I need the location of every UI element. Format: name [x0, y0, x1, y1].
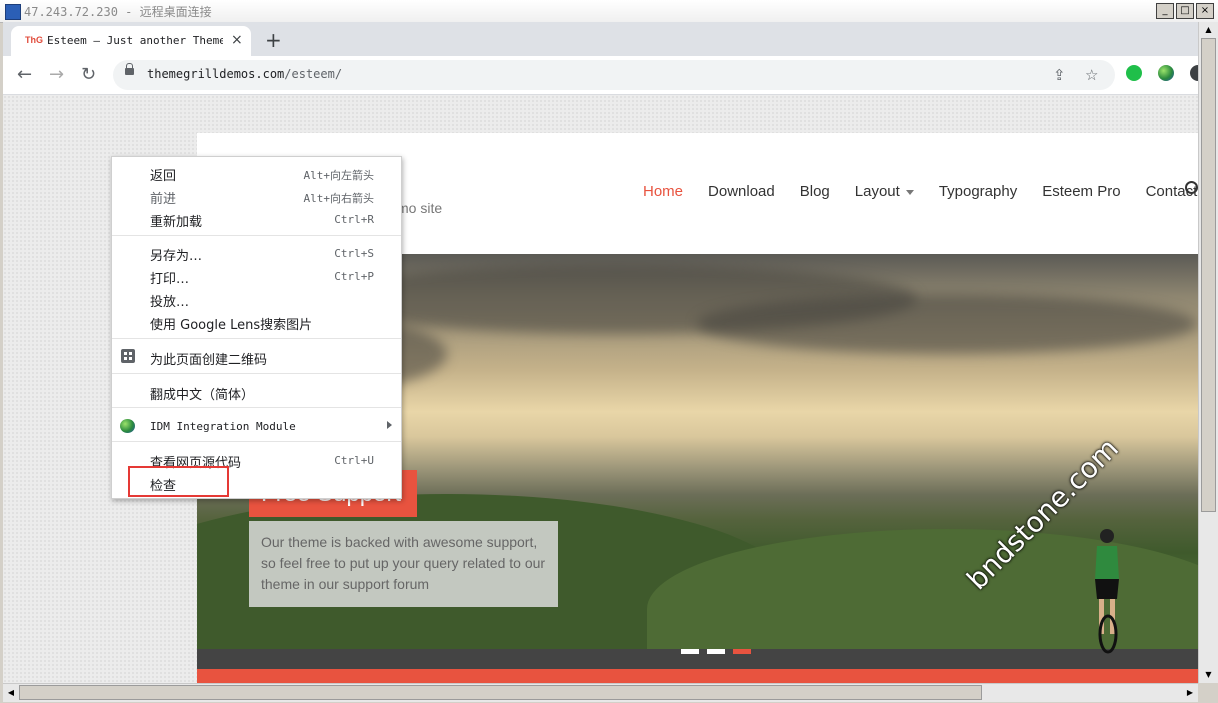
nav-item-layout[interactable]: Layout: [855, 183, 914, 200]
main-navigation: Home Download Blog Layout Typography Est…: [643, 183, 1197, 200]
idm-extension-icon[interactable]: [1158, 65, 1174, 81]
menu-separator: [112, 338, 401, 339]
chevron-down-icon: [905, 189, 914, 195]
slide-dot-1[interactable]: [681, 649, 699, 654]
themegrill-favicon-icon: ThG: [25, 35, 43, 45]
slide-dot-3[interactable]: [733, 649, 751, 654]
inspect-highlight-box: [128, 466, 229, 497]
slide-description: Our theme is backed with awesome support…: [249, 521, 558, 607]
submenu-arrow-icon: [387, 421, 392, 429]
menu-separator: [112, 235, 401, 236]
maximize-button[interactable]: □: [1176, 3, 1194, 19]
menu-item-reload[interactable]: 重新加载 Ctrl+R: [112, 208, 401, 230]
url-text: themegrilldemos.com/esteem/: [147, 67, 343, 81]
menu-item-create-qr[interactable]: 为此页面创建二维码: [112, 346, 401, 368]
menu-item-idm[interactable]: IDM Integration Module: [112, 415, 401, 437]
share-icon[interactable]: ⇪: [1053, 66, 1066, 84]
close-window-button[interactable]: ×: [1196, 3, 1214, 19]
site-tagline: mo site: [397, 200, 443, 216]
scroll-left-arrow-icon[interactable]: ◀: [4, 685, 18, 700]
context-menu: 返回 Alt+向左箭头 前进 Alt+向右箭头 重新加载 Ctrl+R 另存为… Ctr…: [111, 156, 402, 499]
menu-item-save-as[interactable]: 另存为… Ctrl+S: [112, 242, 401, 264]
horizontal-scrollbar[interactable]: ◀ ▶: [3, 683, 1198, 702]
vertical-scroll-thumb[interactable]: [1201, 38, 1216, 512]
nav-item-esteem-pro[interactable]: Esteem Pro: [1042, 183, 1120, 200]
accent-bar: [197, 669, 1198, 683]
qr-code-icon: [121, 349, 135, 363]
scroll-up-arrow-icon[interactable]: ▲: [1201, 23, 1216, 37]
wechat-extension-icon[interactable]: [1126, 65, 1142, 81]
search-icon[interactable]: [1185, 181, 1198, 194]
nav-item-home[interactable]: Home: [643, 183, 683, 200]
menu-item-back[interactable]: 返回 Alt+向左箭头: [112, 162, 401, 184]
browser-toolbar: ← → ↻ themegrilldemos.com/esteem/ ⇪ ☆: [3, 56, 1198, 95]
slide-dot-2[interactable]: [707, 649, 725, 654]
close-tab-icon[interactable]: ×: [231, 32, 243, 48]
tab-strip: ThG Esteem — Just another ThemeGrill × +: [3, 22, 1198, 56]
nav-item-blog[interactable]: Blog: [800, 183, 830, 200]
nav-item-download[interactable]: Download: [708, 183, 775, 200]
rdp-window-title: 47.243.72.230 - 远程桌面连接: [24, 5, 212, 19]
lock-icon[interactable]: [125, 63, 134, 75]
tab-esteem[interactable]: ThG Esteem — Just another ThemeGrill ×: [11, 26, 251, 56]
cloud-shape: [697, 294, 1197, 354]
scroll-down-arrow-icon[interactable]: ▼: [1201, 668, 1216, 682]
menu-separator: [112, 441, 401, 442]
rdp-title-bar: 47.243.72.230 - 远程桌面连接 _ □ ×: [0, 0, 1218, 23]
bookmark-star-icon[interactable]: ☆: [1085, 66, 1098, 84]
new-tab-button[interactable]: +: [265, 28, 282, 52]
profile-avatar-icon[interactable]: [1190, 65, 1198, 81]
cyclist-figure: [1095, 529, 1119, 654]
menu-item-print[interactable]: 打印… Ctrl+P: [112, 265, 401, 287]
back-arrow-icon[interactable]: ←: [17, 64, 32, 85]
forward-arrow-icon[interactable]: →: [49, 64, 64, 85]
menu-item-translate[interactable]: 翻成中文（简体）: [112, 381, 401, 403]
menu-separator: [112, 373, 401, 374]
menu-item-cast[interactable]: 投放…: [112, 288, 401, 310]
remote-desktop-icon: [5, 4, 21, 20]
minimize-button[interactable]: _: [1156, 3, 1174, 19]
slider-pagination: [681, 649, 751, 654]
horizontal-scroll-thumb[interactable]: [19, 685, 982, 700]
scroll-right-arrow-icon[interactable]: ▶: [1183, 685, 1197, 700]
menu-separator: [112, 407, 401, 408]
menu-item-forward[interactable]: 前进 Alt+向右箭头: [112, 185, 401, 207]
vertical-scrollbar[interactable]: ▲ ▼: [1198, 22, 1218, 683]
reload-icon[interactable]: ↻: [81, 64, 96, 85]
address-bar[interactable]: themegrilldemos.com/esteem/ ⇪ ☆: [113, 60, 1115, 90]
idm-icon: [120, 419, 135, 433]
tab-title: Esteem — Just another ThemeGrill: [47, 34, 223, 47]
menu-item-google-lens[interactable]: 使用 Google Lens搜索图片: [112, 311, 401, 333]
nav-item-typography[interactable]: Typography: [939, 183, 1017, 200]
